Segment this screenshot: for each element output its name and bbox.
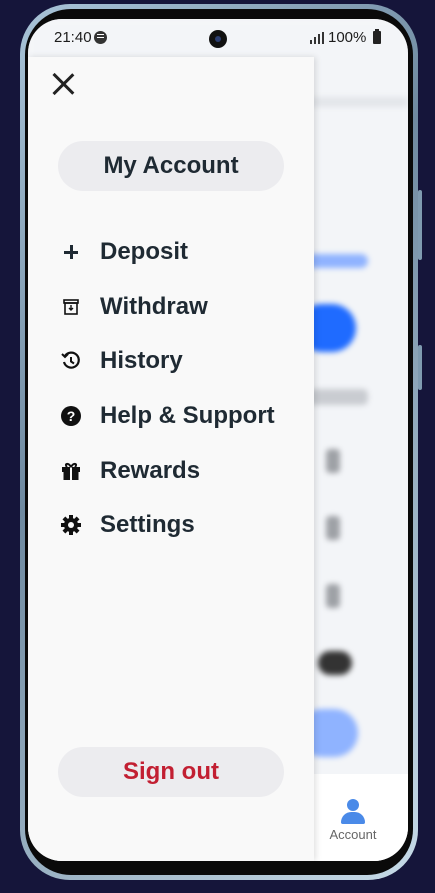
front-camera — [209, 30, 227, 48]
menu-item-rewards[interactable]: Rewards — [58, 443, 308, 498]
gift-icon — [58, 458, 84, 484]
battery-icon — [373, 29, 381, 44]
sign-out-button[interactable]: Sign out — [58, 747, 284, 797]
spotify-icon — [94, 31, 107, 44]
status-bar: 21:40 100% — [28, 19, 408, 57]
menu-item-help-support[interactable]: ? Help & Support — [58, 389, 308, 444]
menu-item-settings[interactable]: Settings — [58, 498, 308, 553]
menu-item-history[interactable]: History — [58, 334, 308, 389]
menu-item-label: History — [100, 347, 183, 375]
nav-account-label: Account — [329, 827, 377, 842]
menu-item-label: Rewards — [100, 456, 201, 484]
screen: Account 21:40 100% My Account Deposit Wi… — [28, 19, 408, 861]
gear-icon — [58, 512, 84, 538]
drawer-menu: Deposit Withdraw History ? Help & Suppor… — [58, 225, 308, 553]
power-button — [418, 345, 422, 390]
history-icon — [58, 348, 84, 374]
navigation-drawer: My Account Deposit Withdraw History ? He… — [28, 57, 314, 861]
menu-item-label: Withdraw — [100, 292, 208, 320]
plus-icon — [58, 239, 84, 265]
person-icon — [341, 799, 365, 825]
menu-item-withdraw[interactable]: Withdraw — [58, 280, 308, 335]
battery-percent: 100% — [328, 29, 367, 46]
menu-item-label: Deposit — [100, 238, 189, 266]
nav-account-tab[interactable]: Account — [313, 799, 393, 842]
help-icon: ? — [58, 403, 84, 429]
volume-button — [418, 190, 422, 260]
close-icon[interactable] — [50, 71, 76, 97]
withdraw-box-icon — [58, 294, 84, 320]
status-time: 21:40 — [54, 29, 92, 46]
menu-item-label: Settings — [100, 511, 195, 539]
menu-item-label: Help & Support — [100, 402, 275, 430]
my-account-button[interactable]: My Account — [58, 141, 284, 191]
menu-item-deposit[interactable]: Deposit — [58, 225, 308, 280]
signal-icon — [310, 32, 324, 44]
